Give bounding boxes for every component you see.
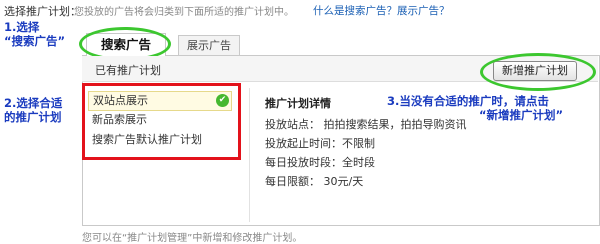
- select-plan-hint: 您投放的广告将会归类到下面所适的推广计划中。: [74, 7, 294, 18]
- detail-daily-budget: 每日限额： 30元/天: [265, 175, 364, 188]
- select-plan-label: 选择推广计划：: [4, 5, 81, 18]
- tab-display-ads[interactable]: 展示广告: [178, 35, 240, 55]
- detail-schedule-range: 投放起止时间：不限制: [265, 137, 375, 150]
- help-link[interactable]: 什么是搜索广告？展示广告？: [313, 3, 450, 18]
- panel-divider: [249, 88, 250, 222]
- detail-daily-hours: 每日投放时段：全时段: [265, 156, 375, 169]
- detail-sites: 投放站点： 拍拍搜索结果，拍拍导购资讯: [265, 118, 467, 131]
- existing-plans-title: 已有推广计划: [95, 64, 161, 77]
- annotation-step-1: 1.选择 “搜索广告”: [4, 20, 66, 48]
- footer-note: 您可以在“推广计划管理”中新增和修改推广计划。: [82, 233, 303, 244]
- highlight-plan-list: [82, 83, 241, 160]
- plan-detail-title: 推广计划详情: [265, 97, 331, 110]
- annotation-step-2: 2.选择合适 的推广计划: [4, 96, 63, 124]
- highlight-add-plan-button: [480, 53, 596, 91]
